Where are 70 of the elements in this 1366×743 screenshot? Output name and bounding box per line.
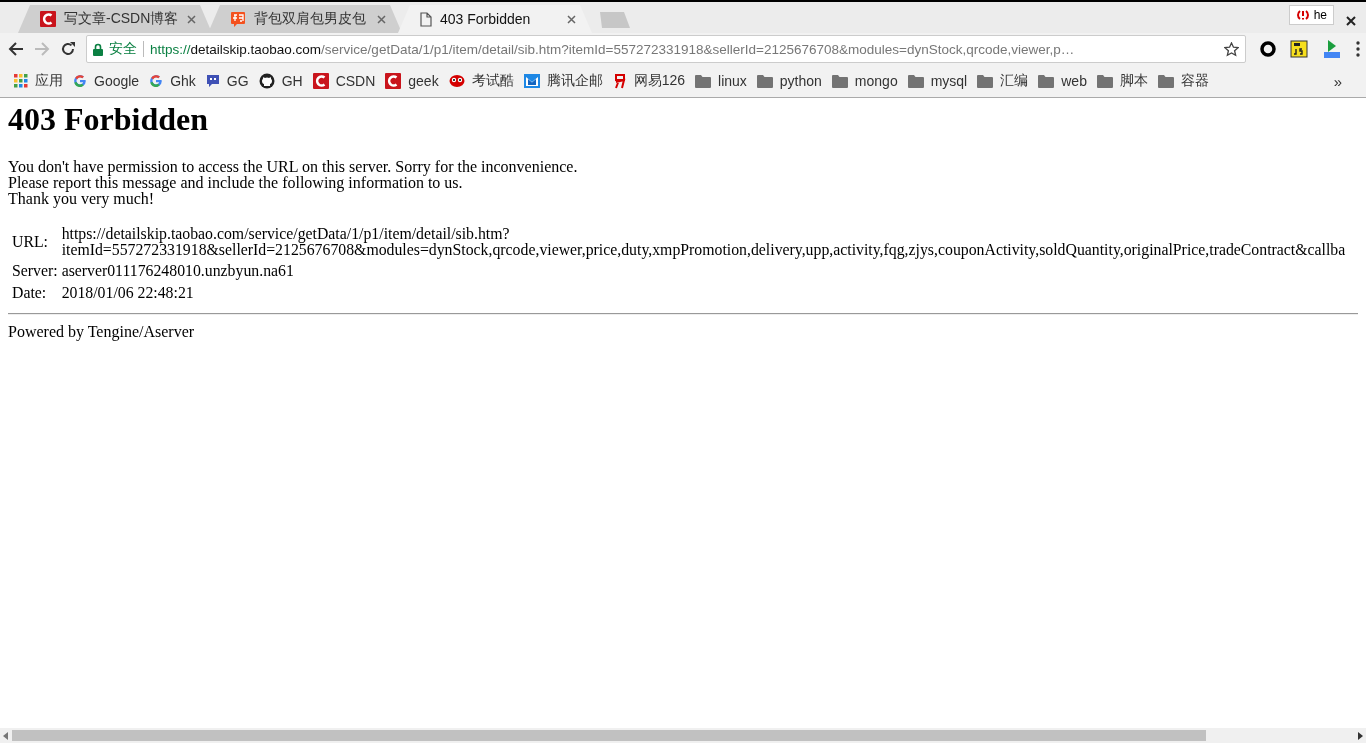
folder-icon	[1157, 74, 1174, 88]
folder-icon	[695, 74, 711, 88]
message-text: You don't have permission to access the URL on this server. Sorry for the inconvenience.	[8, 158, 579, 175]
eyes-icon	[448, 74, 465, 88]
bookmark[interactable]: mysql	[903, 69, 974, 93]
chat-bubble-icon	[205, 74, 220, 88]
bookmark[interactable]: 考试酷	[444, 69, 520, 93]
detail-label: URL:	[11, 231, 49, 252]
url-text: https://detailskip.taobao.com/service/getData/1/p1/item/detail/sib.htm?itemId=557272331918&sellerId=2125676708&modules=dynStock,qrcode,viewer,p…	[150, 41, 1076, 57]
bookmark[interactable]: python	[752, 69, 828, 93]
taobao-logo-icon	[230, 11, 246, 27]
lock-icon	[93, 42, 103, 56]
play-icon[interactable]	[1322, 39, 1342, 59]
browser-tab[interactable]: 背包双肩包男皮包	[208, 5, 402, 33]
footer-text: Powered by Tengine/Aserver	[8, 323, 196, 342]
back-icon[interactable]	[8, 41, 24, 57]
reload-icon[interactable]	[60, 41, 76, 57]
folder-icon	[1096, 74, 1113, 88]
browser-tab[interactable]: 写文章-CSDN博客	[18, 5, 212, 33]
c-logo-icon	[40, 11, 56, 27]
folder-icon	[756, 74, 773, 88]
bookmark[interactable]: GG	[201, 69, 255, 93]
scrollbar-thumb[interactable]	[12, 730, 1207, 741]
profile-button[interactable]: he	[1288, 5, 1334, 25]
star-icon[interactable]	[1224, 41, 1239, 57]
detail-value: itemId=557272331918&sellerId=2125676708&modules=dynStock,qrcode,viewer,price,duty,xmpPromotion,delivery,upp,activity,fqg,zjys,couponActivity,soldQuantity,originalPrice,tradeContract&callba	[61, 241, 1346, 258]
folder-icon	[977, 74, 994, 88]
bookmark[interactable]: 汇编	[973, 69, 1035, 93]
secure-label: 安全	[109, 40, 137, 58]
bookmark[interactable]: mongo	[827, 69, 904, 93]
c-logo-icon	[312, 73, 329, 89]
detail-label: Date:	[11, 282, 48, 303]
menu-icon[interactable]	[1356, 41, 1360, 57]
more-bookmarks-button[interactable]: »	[1333, 72, 1356, 90]
bookmark[interactable]: 脚本	[1092, 69, 1154, 93]
g-logo-icon	[149, 74, 164, 88]
page-icon	[420, 11, 432, 27]
browser-tab[interactable]: 403 Forbidden	[398, 5, 592, 33]
detail-value: aserver011176248010.unzbyun.na61	[61, 262, 295, 279]
bookmark[interactable]: Google	[69, 69, 146, 93]
js-icon[interactable]	[1290, 40, 1308, 58]
page-heading: 403 Forbidden	[8, 101, 210, 138]
bookmark[interactable]: linux	[691, 69, 753, 93]
bookmark[interactable]: 腾讯企邮	[519, 69, 609, 93]
bookmark[interactable]: 应用	[10, 69, 69, 93]
detail-value: 2018/01/06 22:48:21	[61, 285, 195, 302]
folder-icon	[831, 74, 848, 88]
bookmark[interactable]: CSDN	[308, 69, 382, 93]
bookmark[interactable]: 容器	[1153, 69, 1215, 93]
folder-icon	[1038, 74, 1055, 88]
g-logo-icon	[73, 74, 87, 88]
cat-logo-icon	[258, 73, 275, 89]
bookmark[interactable]: geek	[381, 69, 445, 93]
bookmark[interactable]: Ghk	[145, 69, 202, 93]
sync-error-icon	[1295, 9, 1310, 21]
scroll-right-icon[interactable]	[1358, 731, 1363, 740]
close-icon[interactable]	[1346, 16, 1356, 26]
envelope-icon	[523, 74, 540, 88]
scroll-left-icon[interactable]	[3, 731, 8, 740]
detail-label: Server:	[11, 260, 59, 281]
bookmark[interactable]: web	[1034, 69, 1093, 93]
ring-icon[interactable]	[1260, 41, 1276, 57]
address-bar[interactable]: 安全 https://detailskip.taobao.com/service/getData/1/p1/item/detail/sib.htm?itemId=557272331918&sellerId=2125676708&modules=dynStock,qrcode,viewer,p…	[86, 35, 1246, 63]
logo-mark-icon	[612, 73, 627, 89]
bookmark[interactable]: 网易126	[608, 69, 691, 93]
apps-grid-icon	[14, 74, 28, 88]
bookmark[interactable]: GH	[254, 69, 309, 93]
detail-value: https://detailskip.taobao.com/service/getData/1/p1/item/detail/sib.htm?	[61, 225, 510, 242]
folder-icon	[907, 74, 924, 88]
c-logo-icon	[385, 73, 402, 89]
